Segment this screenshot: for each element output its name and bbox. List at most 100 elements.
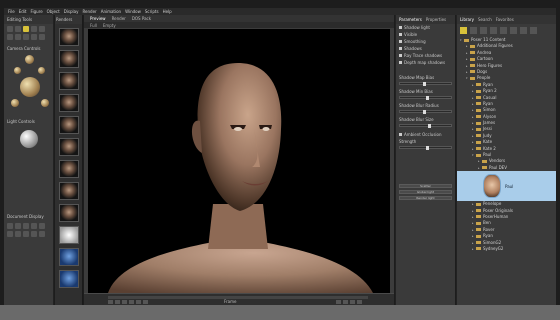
stop-icon[interactable] [122,300,127,304]
morph-brush-icon[interactable] [39,34,45,40]
parameter-slider[interactable] [399,146,452,150]
figures-category-icon[interactable] [460,27,467,34]
render-thumbnail[interactable] [58,28,79,46]
flat-shaded-style-icon[interactable] [7,231,13,237]
menu-scripts[interactable]: Scripts [145,9,159,14]
tab-preview[interactable]: Preview [90,16,106,21]
tab-render[interactable]: Render [112,16,126,21]
sketch-style-icon[interactable] [39,231,45,237]
lights-category-icon[interactable] [520,27,527,34]
props-category-icon[interactable] [510,27,517,34]
checkbox[interactable] [399,47,402,50]
menu-render[interactable]: Render [82,9,96,14]
remove-keyframe-icon[interactable] [343,300,348,304]
render-thumbnail[interactable] [58,270,79,288]
option-row[interactable]: Ambient Occlusion [396,131,455,138]
checkbox[interactable] [399,133,402,136]
option-row[interactable]: Smoothing [396,38,455,45]
menu-display[interactable]: Display [64,9,79,14]
grouping-tool-icon[interactable] [23,34,29,40]
smooth-shaded-style-icon[interactable] [23,231,29,237]
hair-category-icon[interactable] [490,27,497,34]
global-light-button[interactable]: Global light [399,190,452,194]
parameter-slider[interactable] [399,110,452,114]
radio[interactable] [399,61,402,64]
taper-tool-icon[interactable] [39,26,45,32]
left-hand-camera-icon[interactable] [14,67,21,74]
menu-object[interactable]: Object [47,9,60,14]
render-thumbnail[interactable] [58,72,79,90]
next-frame-icon[interactable] [136,300,141,304]
silhouette-style-icon[interactable] [7,223,13,229]
right-hand-camera-icon[interactable] [38,67,45,74]
tab-dos-pack[interactable]: DOS Pack [132,16,151,21]
option-row[interactable]: Shadows [396,45,455,52]
menu-figure[interactable]: Figure [30,9,42,14]
hidden-line-style-icon[interactable] [31,223,37,229]
tab-parameters[interactable]: Parameters [399,17,422,22]
tab-library[interactable]: Library [460,17,474,22]
expressions-category-icon[interactable] [480,27,487,34]
poses-category-icon[interactable] [470,27,477,34]
render-thumbnail[interactable] [58,204,79,222]
menu-window[interactable]: Window [125,9,141,14]
outline-style-icon[interactable] [15,223,21,229]
tab-favorites[interactable]: Favorites [496,17,514,22]
option-row[interactable]: Ray Trace shadows [396,52,455,59]
menu-animation[interactable]: Animation [101,9,121,14]
render-thumbnail[interactable] [58,248,79,266]
option-row[interactable]: Depth map shadows [396,59,455,66]
scatter-button[interactable]: Scatter [399,184,452,188]
tree-item[interactable]: ▸ SydneyG2 [457,246,556,252]
move-xy-icon[interactable] [41,99,49,107]
loop-icon[interactable] [350,300,355,304]
tab-properties[interactable]: Properties [426,17,446,22]
timeline-scrubber[interactable] [108,296,368,299]
keyframes-icon[interactable] [357,300,362,304]
checkbox[interactable] [399,26,402,29]
move-xz-icon[interactable] [11,99,19,107]
render-thumbnail[interactable] [58,50,79,68]
prev-frame-icon[interactable] [115,300,120,304]
tab-search[interactable]: Search [478,17,492,22]
scale-tool-icon[interactable] [31,26,37,32]
hands-category-icon[interactable] [500,27,507,34]
checkbox[interactable] [399,33,402,36]
menu-file[interactable]: File [8,9,15,14]
texture-shaded-style-icon[interactable] [31,231,37,237]
option-row[interactable]: Shadow light [396,24,455,31]
rotate-tool-icon[interactable] [7,26,13,32]
lit-wireframe-style-icon[interactable] [39,223,45,229]
add-keyframe-icon[interactable] [336,300,341,304]
cameras-category-icon[interactable] [530,27,537,34]
render-thumbnail[interactable] [58,226,79,244]
option-row[interactable]: Visible [396,31,455,38]
parameter-slider[interactable] [399,124,452,128]
translate-tool-icon[interactable] [23,26,29,32]
head-camera-icon[interactable] [25,55,34,64]
render-thumbnail[interactable] [58,138,79,156]
wireframe-style-icon[interactable] [23,223,29,229]
checkbox[interactable] [399,40,402,43]
full-option[interactable]: Full [90,23,97,28]
color-tool-icon[interactable] [15,34,21,40]
parameter-slider[interactable] [399,96,452,100]
play-icon[interactable] [129,300,134,304]
menu-help[interactable]: Help [163,9,172,14]
empty-option[interactable]: Empty [103,23,116,28]
menu-edit[interactable]: Edit [19,9,27,14]
cartoon-style-icon[interactable] [15,231,21,237]
chain-break-tool-icon[interactable] [7,34,13,40]
light-sphere-icon[interactable] [20,130,38,148]
render-thumbnail[interactable] [58,94,79,112]
render-light-button[interactable]: Render light [399,196,452,200]
last-frame-icon[interactable] [143,300,148,304]
parameter-slider[interactable] [399,82,452,86]
render-thumbnail[interactable] [58,160,79,178]
first-frame-icon[interactable] [108,300,113,304]
trackball-icon[interactable] [20,77,40,97]
selected-figure-card[interactable]: Paul [457,171,556,202]
radio[interactable] [399,54,402,57]
render-thumbnail[interactable] [58,182,79,200]
render-thumbnail[interactable] [58,116,79,134]
